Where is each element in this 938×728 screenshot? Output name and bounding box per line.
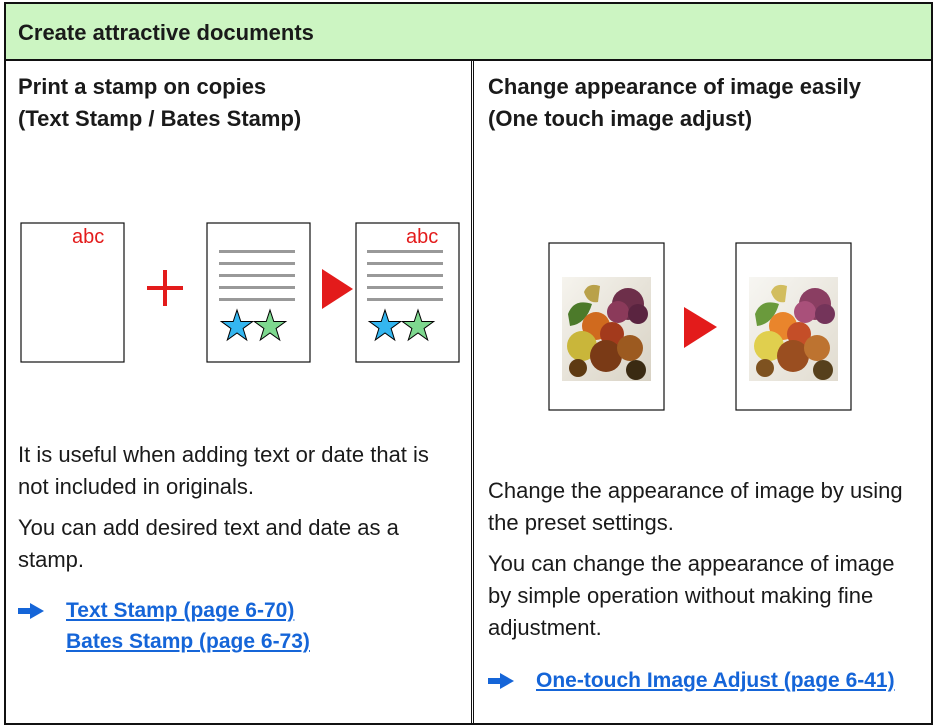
left-links: Text Stamp (page 6-70) Bates Stamp (page… [18, 595, 461, 657]
before-page-icon [548, 242, 665, 411]
stamp-text-2: abc [406, 226, 438, 248]
left-column: Print a stamp on copies (Text Stamp / Ba… [6, 61, 471, 723]
right-description: Change the appearance of image by using … [488, 475, 917, 653]
fruit-photo-after [749, 277, 838, 381]
page-title: Create attractive documents [6, 4, 931, 61]
left-description: It is useful when adding text or date th… [18, 439, 457, 585]
left-paragraph-1: It is useful when adding text or date th… [18, 442, 429, 499]
plus-icon [147, 270, 183, 306]
after-page-icon [735, 242, 852, 411]
right-links: One-touch Image Adjust (page 6-41) [488, 665, 921, 696]
right-column: Change appearance of image easily (One t… [476, 61, 931, 723]
column-divider [471, 61, 474, 723]
right-paragraph-2: You can change the appearance of image b… [488, 551, 895, 640]
right-paragraph-1: Change the appearance of image by using … [488, 478, 903, 535]
play-arrow-icon [322, 269, 353, 309]
stamp-text-1: abc [72, 226, 104, 248]
link-arrow-icon [488, 673, 514, 689]
one-touch-image-adjust-link[interactable]: One-touch Image Adjust (page 6-41) [536, 665, 921, 696]
fruit-photo-before [562, 277, 651, 381]
link-arrow-icon [18, 603, 44, 619]
image-adjust-illustration [548, 242, 852, 411]
left-title: Print a stamp on copies (Text Stamp / Ba… [18, 74, 302, 131]
left-paragraph-2: You can add desired text and date as a s… [18, 515, 399, 572]
play-arrow-icon [684, 307, 717, 348]
stamp-illustration: abc abc [20, 222, 460, 363]
text-stamp-link[interactable]: Text Stamp (page 6-70) [66, 595, 461, 626]
page-frame: Create attractive documents Print a stam… [4, 2, 933, 725]
bates-stamp-link[interactable]: Bates Stamp (page 6-73) [66, 626, 461, 657]
original-page-icon [206, 222, 311, 363]
right-title: Change appearance of image easily (One t… [488, 74, 861, 131]
